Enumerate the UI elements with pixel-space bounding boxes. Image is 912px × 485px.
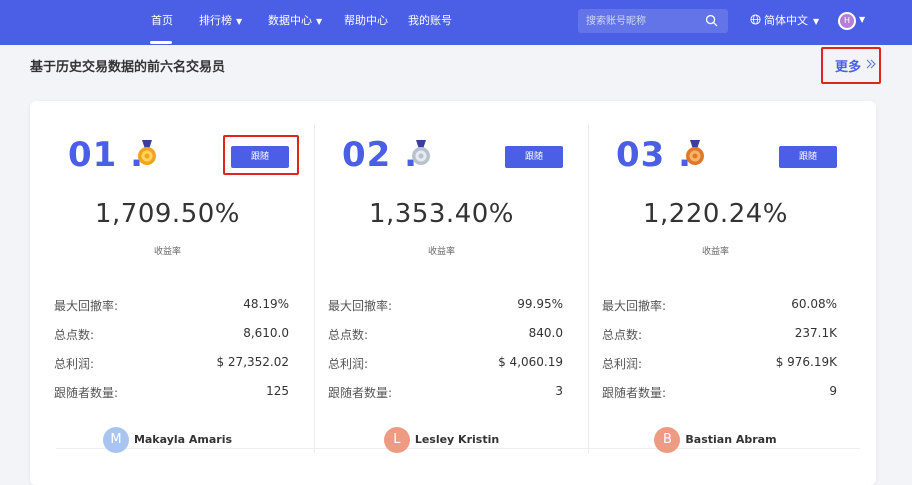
avatar: L (383, 426, 410, 453)
stat-value: $ 27,352.02 (216, 355, 289, 369)
stat-total-profit: 总利润: $ 976.19K (602, 355, 837, 373)
stat-total-points: 总点数: 8,610.0 (54, 326, 289, 344)
stat-followers: 跟随者数量: 9 (602, 384, 837, 402)
stat-total-profit: 总利润: $ 27,352.02 (54, 355, 289, 373)
nav-data-center-label: 数据中心 (268, 14, 312, 27)
user-avatar-initial: H (840, 14, 854, 28)
gold-medal-icon (138, 140, 156, 165)
language-selector[interactable]: 简体中文 ▼ (750, 0, 819, 45)
search-input[interactable] (586, 12, 698, 30)
stat-total-points: 总点数: 237.1K (602, 326, 837, 344)
stat-label: 最大回撤率: (602, 299, 667, 313)
bronze-medal-icon (686, 140, 704, 165)
stat-value: 9 (829, 384, 837, 398)
chevron-down-icon: ▼ (316, 17, 323, 26)
nav-item-home[interactable]: 首页 (151, 0, 173, 45)
yield-label: 收益率 (153, 247, 181, 257)
avatar: B (654, 426, 681, 453)
nav-item-data-center[interactable]: 数据中心 ▼ (268, 0, 322, 45)
follow-button[interactable]: 跟随 (505, 146, 563, 168)
section-title: 基于历史交易数据的前六名交易员 (30, 60, 226, 75)
more-link[interactable]: 更多 (821, 47, 881, 84)
chevron-down-icon: ▼ (813, 17, 820, 26)
trader-name[interactable]: Bastian Abram (685, 425, 776, 455)
stat-label: 跟随者数量: (54, 386, 119, 400)
more-label: 更多 (835, 60, 862, 75)
nav-item-my-account[interactable]: 我的账号 (408, 0, 452, 45)
user-avatar[interactable]: H (838, 12, 856, 30)
trader-profile[interactable]: L Lesley Kristin (304, 424, 579, 454)
stat-value: $ 976.19K (775, 355, 837, 369)
silver-medal-icon (412, 140, 430, 165)
nav-home-label: 首页 (151, 14, 173, 27)
stat-label: 最大回撤率: (328, 299, 393, 313)
nav-item-help-center[interactable]: 帮助中心 (344, 0, 388, 45)
stat-label: 总利润: (54, 357, 95, 371)
stat-label: 跟随者数量: (328, 386, 393, 400)
nav-item-leaderboard[interactable]: 排行榜 ▼ (199, 0, 242, 45)
nav-account-label: 我的账号 (408, 14, 452, 27)
stat-value: 48.19% (243, 297, 289, 311)
chevron-down-icon: ▼ (236, 17, 243, 26)
yield-label: 收益率 (427, 247, 455, 257)
stat-total-profit: 总利润: $ 4,060.19 (328, 355, 563, 373)
trader-profile[interactable]: B Bastian Abram (578, 424, 853, 454)
search-icon[interactable] (705, 14, 718, 27)
chevron-down-icon[interactable]: ▼ (859, 15, 865, 24)
trader-card-2: 02 . 跟随 1,353.40% 收益率 最大回撤率: 99.95% 总点数: 8… (304, 101, 579, 454)
yield-label: 收益率 (701, 247, 729, 257)
follow-button[interactable]: 跟随 (779, 146, 837, 168)
stat-max-drawdown: 最大回撤率: 60.08% (602, 297, 837, 315)
stat-value: 3 (555, 384, 563, 398)
stat-label: 最大回撤率: (54, 299, 119, 313)
stat-label: 总点数: (602, 328, 643, 342)
top-nav-bar: 首页 排行榜 ▼ 数据中心 ▼ 帮助中心 我的账号 简体中文 ▼ H ▼ (0, 0, 912, 45)
stat-value: 840.0 (528, 326, 563, 340)
nav-leaderboard-label: 排行榜 (199, 14, 232, 27)
trader-name[interactable]: Makayla Amaris (134, 425, 232, 455)
nav-active-indicator (150, 41, 172, 44)
stat-max-drawdown: 最大回撤率: 99.95% (328, 297, 563, 315)
stat-value: 99.95% (517, 297, 563, 311)
trader-yield: 1,709.50% (95, 199, 240, 229)
language-label: 简体中文 (764, 14, 808, 27)
stat-label: 总利润: (602, 357, 643, 371)
stat-followers: 跟随者数量: 3 (328, 384, 563, 402)
stat-label: 总点数: (328, 328, 369, 342)
follow-button[interactable]: 跟随 (231, 146, 289, 168)
stat-label: 总点数: (54, 328, 95, 342)
stat-label: 总利润: (328, 357, 369, 371)
stat-total-points: 总点数: 840.0 (328, 326, 563, 344)
stat-value: 8,610.0 (243, 326, 289, 340)
trader-rank: 02 . (342, 135, 419, 175)
top-traders-card: 01 . 跟随 1,709.50% 收益率 最大回撤率: 48.19% 总点数: 8… (30, 101, 876, 485)
stat-value: 125 (266, 384, 289, 398)
trader-yield: 1,220.24% (643, 199, 788, 229)
double-chevron-right-icon (866, 59, 876, 69)
trader-rank: 01 . (68, 135, 145, 175)
globe-icon (750, 14, 761, 25)
trader-yield: 1,353.40% (369, 199, 514, 229)
avatar: M (102, 426, 129, 453)
stat-max-drawdown: 最大回撤率: 48.19% (54, 297, 289, 315)
stat-value: 60.08% (791, 297, 837, 311)
stat-followers: 跟随者数量: 125 (54, 384, 289, 402)
trader-rank: 03 . (616, 135, 693, 175)
trader-card-1: 01 . 跟随 1,709.50% 收益率 最大回撤率: 48.19% 总点数: 8… (30, 101, 305, 454)
nav-help-label: 帮助中心 (344, 14, 388, 27)
stat-value: $ 4,060.19 (498, 355, 563, 369)
stat-value: 237.1K (794, 326, 837, 340)
stat-label: 跟随者数量: (602, 386, 667, 400)
trader-card-3: 03 . 跟随 1,220.24% 收益率 最大回撤率: 60.08% 总点数: 2… (578, 101, 853, 454)
trader-profile[interactable]: M Makayla Amaris (30, 424, 305, 454)
trader-name[interactable]: Lesley Kristin (415, 425, 499, 455)
search-box (578, 9, 728, 33)
